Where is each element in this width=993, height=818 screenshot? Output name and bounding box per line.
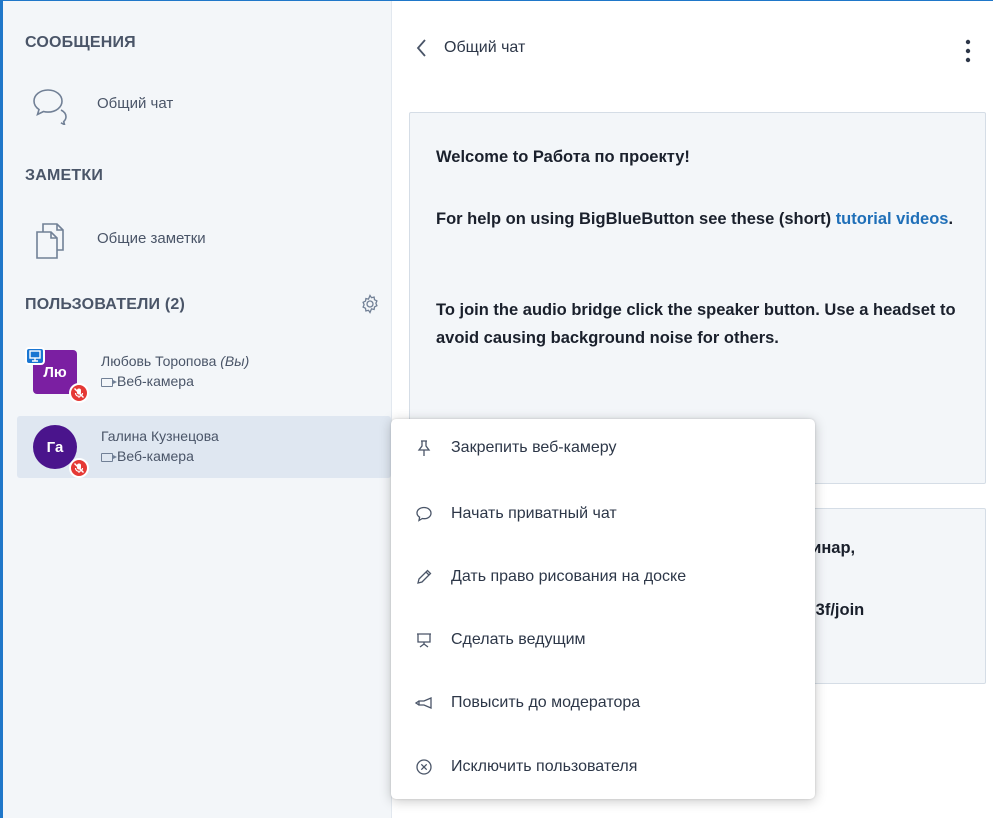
user-name-text: Любовь Торопова	[101, 353, 217, 369]
mic-muted-icon	[69, 458, 89, 478]
menu-item-pin-webcam[interactable]: Закрепить веб-камеру	[391, 423, 815, 475]
remove-icon	[416, 759, 432, 775]
menu-item-label: Сделать ведущим	[451, 631, 586, 648]
chat-header: Общий чат	[392, 1, 993, 93]
chevron-left-icon[interactable]	[414, 37, 430, 59]
public-chat-label: Общий чат	[97, 95, 174, 112]
menu-item-private-chat[interactable]: Начать приватный чат	[391, 489, 815, 541]
user-list-item-selected[interactable]: Га Галина Кузнецова Веб-камера	[17, 416, 391, 478]
app-window: СООБЩЕНИЯ Общий чат ЗАМЕТКИ Общие заметк…	[0, 0, 993, 818]
webcam-icon	[101, 377, 117, 387]
menu-item-label: Исключить пользователя	[451, 758, 638, 775]
avatar-initials: Га	[46, 438, 64, 456]
menu-item-remove-user[interactable]: Исключить пользователя	[391, 742, 815, 794]
chat-icon	[416, 506, 432, 522]
menu-item-whiteboard-access[interactable]: Дать право рисования на доске	[391, 552, 815, 604]
more-options-icon[interactable]	[962, 37, 974, 65]
user-status-text: Веб-камера	[117, 373, 194, 389]
welcome-prefix: Welcome to	[436, 148, 533, 166]
messages-section-title: СООБЩЕНИЯ	[25, 34, 136, 51]
welcome-line: Welcome to Работа по проекту!	[436, 143, 966, 171]
help-text-body: For help on using BigBlueButton see thes…	[436, 210, 832, 228]
promote-icon	[415, 697, 432, 709]
pencil-icon	[417, 569, 432, 584]
presentation-icon	[417, 633, 431, 648]
mic-muted-icon	[69, 383, 89, 403]
link-suffix: .	[948, 210, 954, 228]
menu-item-label: Дать право рисования на доске	[451, 568, 687, 585]
welcome-suffix: !	[684, 148, 690, 166]
pin-icon	[417, 440, 431, 456]
help-text: For help on using BigBlueButton see thes…	[436, 205, 966, 233]
menu-item-label: Начать приватный чат	[451, 505, 617, 522]
you-tag: (Вы)	[220, 353, 250, 369]
user-list-item[interactable]: Лю Любовь Торопова (Вы) Веб-камера	[17, 341, 391, 403]
menu-item-label: Повысить до модератора	[451, 694, 641, 711]
user-context-menu: Закрепить веб-камеру Начать приватный ча…	[391, 419, 815, 799]
shared-notes-label: Общие заметки	[97, 230, 206, 247]
webcam-icon	[101, 452, 117, 462]
menu-item-promote-moderator[interactable]: Повысить до модератора	[391, 678, 815, 730]
user-name: Любовь Торопова (Вы)	[101, 353, 249, 369]
audio-instructions: To join the audio bridge click the speak…	[436, 301, 956, 347]
presenter-icon	[25, 347, 45, 365]
notes-section-title: ЗАМЕТКИ	[25, 167, 104, 184]
user-status-text: Веб-камера	[117, 448, 194, 464]
gear-icon[interactable]	[359, 293, 381, 315]
sidebar-item-public-chat[interactable]: Общий чат	[3, 79, 391, 129]
menu-item-make-presenter[interactable]: Сделать ведущим	[391, 615, 815, 667]
meeting-name: Работа по проекту	[532, 148, 685, 166]
sidebar: СООБЩЕНИЯ Общий чат ЗАМЕТКИ Общие заметк…	[3, 1, 392, 818]
tutorial-videos-link[interactable]: tutorial videos	[836, 210, 949, 228]
user-name: Галина Кузнецова	[101, 428, 219, 444]
user-status: Веб-камера	[101, 448, 194, 464]
chat-title: Общий чат	[444, 39, 526, 56]
avatar-initials: Лю	[43, 363, 67, 381]
chat-bubbles-icon	[33, 89, 67, 125]
sidebar-item-shared-notes[interactable]: Общие заметки	[3, 214, 391, 264]
notes-document-icon	[36, 223, 64, 259]
users-section-title: ПОЛЬЗОВАТЕЛИ (2)	[25, 296, 186, 313]
user-status: Веб-камера	[101, 373, 194, 389]
menu-item-label: Закрепить веб-камеру	[451, 439, 617, 456]
